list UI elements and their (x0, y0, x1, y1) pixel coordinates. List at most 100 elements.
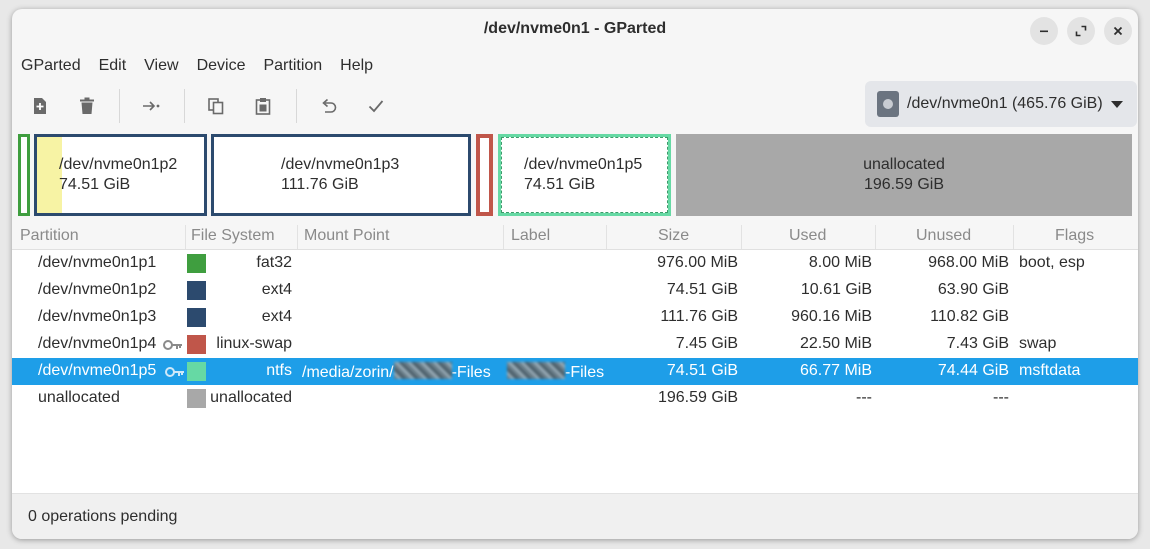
menu-partition[interactable]: Partition (254, 54, 331, 78)
close-button[interactable] (1104, 17, 1132, 45)
table-row[interactable]: /dev/nvme0n1p1 fat32 976.00 MiB 8.00 MiB… (12, 250, 1138, 277)
cell-size: 111.76 GiB (660, 308, 738, 325)
status-bar: 0 operations pending (12, 493, 1138, 539)
disk-map-segment-p1[interactable] (18, 134, 30, 216)
undo-icon (322, 98, 337, 113)
mount-point-suffix: -Files (451, 364, 491, 381)
cell-partition: /dev/nvme0n1p1 (38, 254, 157, 271)
disk-map-segment-unallocated[interactable]: unallocated 196.59 GiB (676, 134, 1132, 216)
filesystem-color-swatch (187, 308, 206, 327)
cell-used: --- (856, 389, 872, 406)
column-size[interactable]: Size (658, 227, 689, 245)
menu-help[interactable]: Help (331, 54, 382, 78)
column-filesystem[interactable]: File System (191, 227, 275, 245)
disk-map-size: 196.59 GiB (863, 176, 945, 193)
new-icon (34, 98, 46, 114)
disk-map-name: /dev/nvme0n1p5 (524, 156, 643, 173)
toolbar-separator (119, 89, 120, 123)
maximize-icon (1075, 25, 1087, 37)
status-text: 0 operations pending (28, 508, 178, 525)
cell-used: 22.50 MiB (799, 335, 872, 352)
menu-view[interactable]: View (135, 54, 187, 78)
apply-button[interactable] (362, 92, 390, 120)
disk-map: /dev/nvme0n1p2 74.51 GiB /dev/nvme0n1p3 … (12, 134, 1138, 216)
cell-unused: 7.43 GiB (946, 335, 1009, 352)
cell-flags: msftdata (1019, 362, 1081, 379)
cell-unused: 74.44 GiB (937, 362, 1009, 379)
label-suffix: -Files (565, 364, 605, 381)
cell-filesystem: fat32 (256, 254, 292, 271)
key-icon (165, 367, 184, 377)
cell-size: 196.59 GiB (657, 389, 738, 406)
disk-map-segment-p3[interactable]: /dev/nvme0n1p3 111.76 GiB (211, 134, 471, 216)
cell-unused: 63.90 GiB (937, 281, 1009, 298)
maximize-button[interactable] (1067, 17, 1095, 45)
filesystem-color-swatch (187, 362, 206, 381)
filesystem-color-swatch (187, 389, 206, 408)
cell-mount-point: /media/zorin/ -Files (302, 362, 491, 382)
device-selector[interactable]: /dev/nvme0n1 (465.76 GiB) (865, 81, 1137, 127)
paste-button[interactable] (249, 92, 277, 120)
cell-partition: /dev/nvme0n1p4 (38, 335, 157, 352)
cell-size: 7.45 GiB (675, 335, 738, 352)
filesystem-color-swatch (187, 335, 206, 354)
cell-used: 66.77 MiB (799, 362, 872, 379)
disk-map-name: /dev/nvme0n1p3 (281, 156, 400, 173)
cell-unused: 110.82 GiB (930, 308, 1009, 325)
disk-map-segment-p5[interactable]: /dev/nvme0n1p5 74.51 GiB (498, 134, 671, 216)
table-row-selected[interactable]: /dev/nvme0n1p5 ntfs /media/zorin/-Files … (12, 358, 1138, 385)
redacted-text (393, 362, 452, 379)
close-icon (1113, 26, 1123, 36)
cell-unused: 968.00 MiB (928, 254, 1009, 271)
column-label[interactable]: Label (511, 227, 550, 245)
menu-edit[interactable]: Edit (90, 54, 136, 78)
filesystem-color-swatch (187, 254, 206, 273)
table-row[interactable]: /dev/nvme0n1p2 ext4 74.51 GiB 10.61 GiB … (12, 277, 1138, 304)
disk-map-segment-p4[interactable] (476, 134, 493, 216)
disk-map-name: /dev/nvme0n1p2 (59, 156, 178, 173)
window-title: /dev/nvme0n1 - GParted (483, 20, 667, 37)
cell-unused: --- (993, 389, 1009, 406)
disk-map-name: unallocated (863, 156, 945, 173)
delete-icon (80, 97, 94, 114)
column-used[interactable]: Used (789, 227, 826, 245)
cell-used: 10.61 GiB (800, 281, 872, 298)
chevron-down-icon (1110, 100, 1123, 108)
new-partition-button[interactable] (26, 92, 54, 120)
cell-size: 976.00 MiB (657, 254, 738, 271)
table-row[interactable]: unallocated unallocated 196.59 GiB --- -… (12, 385, 1138, 412)
copy-button[interactable] (202, 92, 230, 120)
cell-filesystem: ext4 (261, 281, 292, 298)
filesystem-color-swatch (187, 281, 206, 300)
disk-map-segment-p2[interactable]: /dev/nvme0n1p2 74.51 GiB (34, 134, 207, 216)
cell-flags: boot, esp (1019, 254, 1085, 271)
table-row[interactable]: /dev/nvme0n1p4 linux-swap 7.45 GiB 22.50… (12, 331, 1138, 358)
cell-size: 74.51 GiB (666, 362, 738, 379)
column-flags[interactable]: Flags (1055, 227, 1094, 245)
paste-icon (255, 98, 271, 115)
menu-device[interactable]: Device (188, 54, 255, 78)
column-partition[interactable]: Partition (20, 227, 79, 245)
apply-icon (368, 100, 384, 113)
minimize-button[interactable] (1030, 17, 1058, 45)
cell-filesystem: linux-swap (216, 335, 292, 352)
resize-move-button[interactable] (137, 92, 165, 120)
resize-move-icon (143, 101, 160, 111)
menu-gparted[interactable]: GParted (12, 54, 90, 78)
column-unused[interactable]: Unused (916, 227, 971, 245)
cell-used: 960.16 MiB (791, 308, 872, 325)
cell-size: 74.51 GiB (666, 281, 738, 298)
minimize-icon (1040, 30, 1048, 33)
cell-filesystem: ntfs (266, 362, 292, 379)
toolbar-separator (184, 89, 185, 123)
toolbar-separator (296, 89, 297, 123)
titlebar[interactable]: /dev/nvme0n1 - GParted (12, 9, 1138, 51)
table-row[interactable]: /dev/nvme0n1p3 ext4 111.76 GiB 960.16 Mi… (12, 304, 1138, 331)
menubar: GParted Edit View Device Partition Help (12, 54, 382, 78)
delete-partition-button[interactable] (73, 92, 101, 120)
cell-filesystem: ext4 (261, 308, 292, 325)
mount-point-prefix: /media/zorin/ (302, 364, 394, 381)
undo-button[interactable] (315, 92, 343, 120)
column-mount-point[interactable]: Mount Point (304, 227, 389, 245)
partition-table: Partition File System Mount Point Label … (12, 223, 1138, 412)
